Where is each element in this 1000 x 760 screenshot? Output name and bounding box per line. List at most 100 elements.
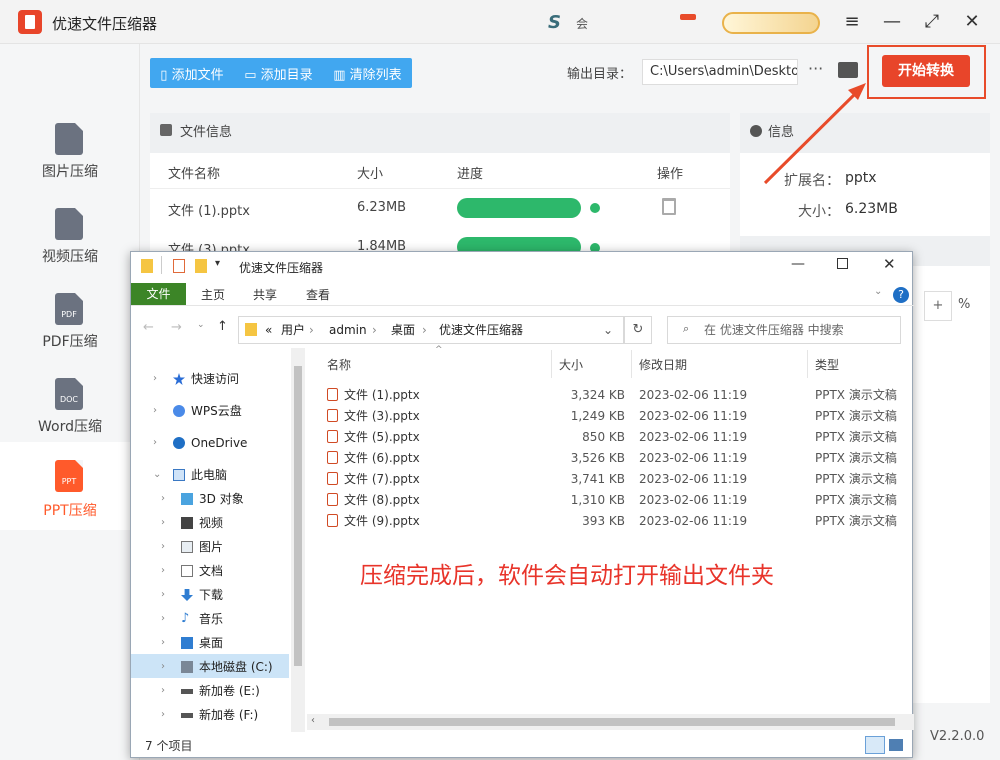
nav-wps-cloud[interactable]: › WPS云盘 <box>153 400 242 422</box>
file-name: 文件 (5).pptx <box>344 430 420 444</box>
output-dir-field[interactable]: C:\Users\admin\Deskto <box>642 59 798 85</box>
delete-icon[interactable] <box>662 198 676 215</box>
search-input[interactable]: 在 优速文件压缩器 中搜索 <box>667 316 901 344</box>
nav-documents[interactable]: › 文档 <box>161 560 223 582</box>
file-row[interactable]: 文件 (6).pptx 3,526 KB 2023-02-06 11:19 PPTX … <box>327 448 907 469</box>
file-list: 文件 (1).pptx 3,324 KB 2023-02-06 11:19 PPTX … <box>327 385 907 532</box>
cloud-icon <box>173 405 185 417</box>
new-folder-icon[interactable] <box>195 259 207 273</box>
file-row[interactable]: 文件 (9).pptx 393 KB 2023-02-06 11:19 PPTX 演示… <box>327 511 907 532</box>
scrollbar-thumb[interactable] <box>294 366 302 666</box>
maximize-button[interactable]: ⤢ <box>920 10 944 34</box>
drive-icon <box>181 713 193 718</box>
address-bar[interactable]: « 用户 › admin › 桌面 › 优速文件压缩器 ⌄ <box>238 316 624 344</box>
details-view-icon[interactable] <box>865 736 885 754</box>
image-file-icon <box>55 123 83 155</box>
add-file-button[interactable]: ▯ 添加文件 <box>160 64 223 83</box>
promo-icon[interactable] <box>680 14 696 20</box>
add-directory-button[interactable]: ▭ 添加目录 <box>244 64 312 83</box>
nav-local-disk-c[interactable]: › 本地磁盘 (C:) <box>161 656 273 678</box>
up-icon[interactable]: ↑ <box>217 319 228 334</box>
nav-scrollbar[interactable] <box>291 348 305 732</box>
nav-videos[interactable]: › 视频 <box>161 512 223 534</box>
nav-desktop[interactable]: › 桌面 <box>161 632 223 654</box>
nav-pictures[interactable]: › 图片 <box>161 536 223 558</box>
horizontal-scrollbar[interactable]: ‹ <box>307 714 914 730</box>
nav-this-pc[interactable]: ⌄ 此电脑 <box>153 464 227 486</box>
status-item-count: 7 个项目 <box>145 739 193 753</box>
recent-dropdown-icon[interactable]: ⌄ <box>197 320 205 330</box>
increase-button[interactable]: + <box>924 291 952 321</box>
col-modified[interactable]: 修改日期 <box>639 356 687 373</box>
help-icon[interactable]: ? <box>893 287 909 303</box>
more-options-icon[interactable]: ··· <box>808 59 823 78</box>
sidebar-item-word[interactable]: DOC Word压缩 <box>0 372 140 452</box>
breadcrumb-admin[interactable]: admin <box>329 317 367 343</box>
col-name[interactable]: 名称 <box>327 356 351 373</box>
sidebar-item-image[interactable]: 图片压缩 <box>0 117 140 197</box>
nav-music[interactable]: › ♪ 音乐 <box>161 608 223 630</box>
vip-badge[interactable] <box>722 12 820 34</box>
sidebar-item-ppt[interactable]: PPT PPT压缩 <box>0 442 140 530</box>
minimize-button[interactable]: — <box>880 10 904 34</box>
ribbon-tab-share[interactable]: 共享 <box>253 285 277 305</box>
menu-icon[interactable]: ≡ <box>840 10 864 34</box>
col-type[interactable]: 类型 <box>815 356 839 373</box>
divider <box>131 305 914 306</box>
col-size[interactable]: 大小 <box>559 356 583 373</box>
version-label: V2.2.0.0 <box>930 729 985 744</box>
close-button[interactable]: ✕ <box>960 10 984 34</box>
divider <box>150 188 730 189</box>
pptx-file-icon <box>327 388 338 401</box>
nav-quick-access[interactable]: › 快速访问 <box>153 368 239 390</box>
breadcrumb-users[interactable]: 用户 <box>281 317 305 343</box>
explorer-close-button[interactable]: ✕ <box>883 255 896 273</box>
ribbon-tab-home[interactable]: 主页 <box>201 285 225 305</box>
nav-volume-e[interactable]: › 新加卷 (E:) <box>161 680 260 702</box>
sidebar-item-video[interactable]: 视频压缩 <box>0 202 140 282</box>
picture-icon <box>181 541 193 553</box>
clear-list-button[interactable]: ▥ 清除列表 <box>333 64 401 83</box>
nav-3d-objects[interactable]: › 3D 对象 <box>161 488 244 510</box>
breadcrumb-lead: « <box>265 323 273 337</box>
large-icons-view-icon[interactable] <box>889 739 903 751</box>
breadcrumb-desktop[interactable]: 桌面 <box>391 317 415 343</box>
scrollbar-thumb[interactable] <box>329 718 895 726</box>
breadcrumb-separator: › <box>372 323 377 337</box>
member-label[interactable]: 会 <box>576 15 588 32</box>
explorer-title: 优速文件压缩器 <box>239 261 324 275</box>
nav-onedrive[interactable]: › OneDrive <box>153 432 247 454</box>
file-row[interactable]: 文件 (8).pptx 1,310 KB 2023-02-06 11:19 PPTX … <box>327 490 907 511</box>
nav-downloads[interactable]: › 下载 <box>161 584 223 606</box>
file-row[interactable]: 文件 (5).pptx 850 KB 2023-02-06 11:19 PPTX 演示… <box>327 427 907 448</box>
file-name: 文件 (3).pptx <box>344 409 420 423</box>
onedrive-icon <box>173 437 185 449</box>
explorer-minimize-button[interactable]: — <box>791 256 805 272</box>
ribbon-expand-icon[interactable]: ⌄ <box>874 286 882 297</box>
folder-icon[interactable] <box>838 62 858 78</box>
start-convert-button[interactable]: 开始转换 <box>882 55 970 87</box>
file-panel-header: 文件信息 <box>150 113 730 153</box>
divider <box>551 350 552 378</box>
divider <box>807 350 808 378</box>
navigation-pane: › 快速访问 › WPS云盘 › OneDrive ⌄ 此电脑 › 3D 对象 › 视频 ›… <box>131 348 307 728</box>
explorer-maximize-button[interactable] <box>837 258 848 269</box>
customize-dropdown-icon[interactable]: ▾ <box>215 258 220 269</box>
forward-icon[interactable]: → <box>171 320 182 335</box>
done-icon <box>590 203 600 213</box>
refresh-icon[interactable]: ↻ <box>624 316 652 344</box>
properties-icon[interactable] <box>173 259 185 273</box>
back-icon[interactable]: ← <box>143 320 154 335</box>
nav-volume-f[interactable]: › 新加卷 (F:) <box>161 704 258 726</box>
size-value: 6.23MB <box>845 201 898 217</box>
file-row[interactable]: 文件 (1).pptx 3,324 KB 2023-02-06 11:19 PPTX … <box>327 385 907 406</box>
ribbon-tab-view[interactable]: 查看 <box>306 285 330 305</box>
address-dropdown-icon[interactable]: ⌄ <box>603 317 613 343</box>
file-row[interactable]: 文件 (7).pptx 3,741 KB 2023-02-06 11:19 PPTX … <box>327 469 907 490</box>
folder-icon <box>245 323 257 336</box>
scroll-left-icon[interactable]: ‹ <box>311 715 315 726</box>
ribbon-tab-file[interactable]: 文件 <box>131 283 186 305</box>
sidebar-item-pdf[interactable]: PDF PDF压缩 <box>0 287 140 367</box>
breadcrumb-folder[interactable]: 优速文件压缩器 <box>439 317 523 343</box>
file-row[interactable]: 文件 (3).pptx 1,249 KB 2023-02-06 11:19 PPTX … <box>327 406 907 427</box>
